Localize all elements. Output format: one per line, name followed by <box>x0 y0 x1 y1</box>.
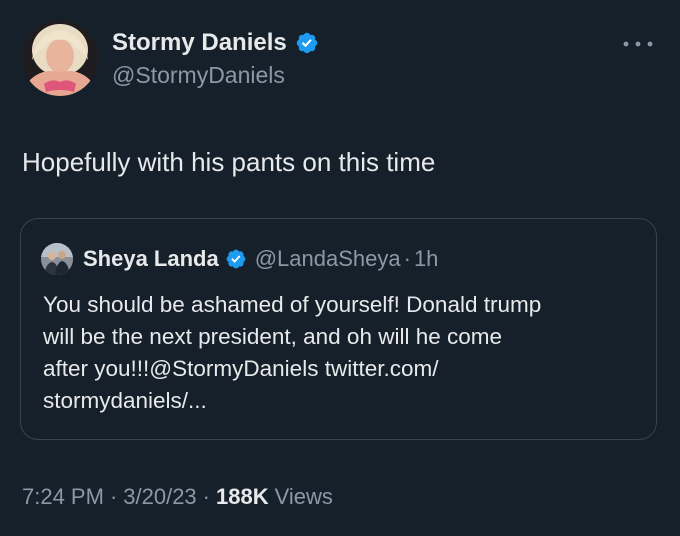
quoted-text-line: after you!!!@StormyDaniels twitter.com/ <box>43 356 439 381</box>
verified-badge-icon <box>296 32 317 54</box>
quoted-text-line: will be the next president, and oh will … <box>43 324 503 349</box>
quoted-profile-photo-icon <box>41 243 73 275</box>
author-display-name[interactable]: Stormy Daniels <box>112 28 287 58</box>
author-avatar[interactable] <box>22 20 98 96</box>
meta-separator: · <box>202 484 210 509</box>
quoted-separator: · <box>403 246 411 271</box>
quoted-tweet-header: Sheya Landa @LandaSheya · 1h <box>41 243 438 275</box>
more-options-icon[interactable] <box>620 34 656 54</box>
tweet-card: Stormy Daniels @StormyDaniels Hopefully … <box>0 0 680 536</box>
quoted-text-line: stormydaniels/... <box>43 388 207 413</box>
tweet-metadata: 7:24 PM · 3/20/23 · 188K Views <box>22 484 333 510</box>
quoted-author-avatar[interactable] <box>41 243 73 275</box>
quoted-author-display-name[interactable]: Sheya Landa <box>83 246 219 272</box>
author-info[interactable]: Stormy Daniels @StormyDaniels <box>112 28 319 90</box>
quoted-timestamp[interactable]: 1h <box>414 246 438 272</box>
tweet-date[interactable]: 3/20/23 <box>123 484 196 510</box>
profile-photo-icon <box>22 20 98 96</box>
tweet-time[interactable]: 7:24 PM <box>22 484 104 510</box>
quoted-tweet-text: You should be ashamed of yourself! Donal… <box>43 289 643 417</box>
author-handle[interactable]: @StormyDaniels <box>112 60 319 90</box>
quoted-text-line: You should be ashamed of yourself! Donal… <box>43 292 542 317</box>
quoted-tweet[interactable]: Sheya Landa @LandaSheya · 1h You should … <box>20 218 657 440</box>
quoted-verified-badge-icon <box>226 249 246 269</box>
meta-separator: · <box>109 484 118 509</box>
views-label[interactable]: Views <box>275 484 333 510</box>
tweet-text: Hopefully with his pants on this time <box>22 147 436 177</box>
views-count[interactable]: 188K <box>216 484 269 510</box>
quoted-author-handle[interactable]: @LandaSheya <box>255 246 401 272</box>
